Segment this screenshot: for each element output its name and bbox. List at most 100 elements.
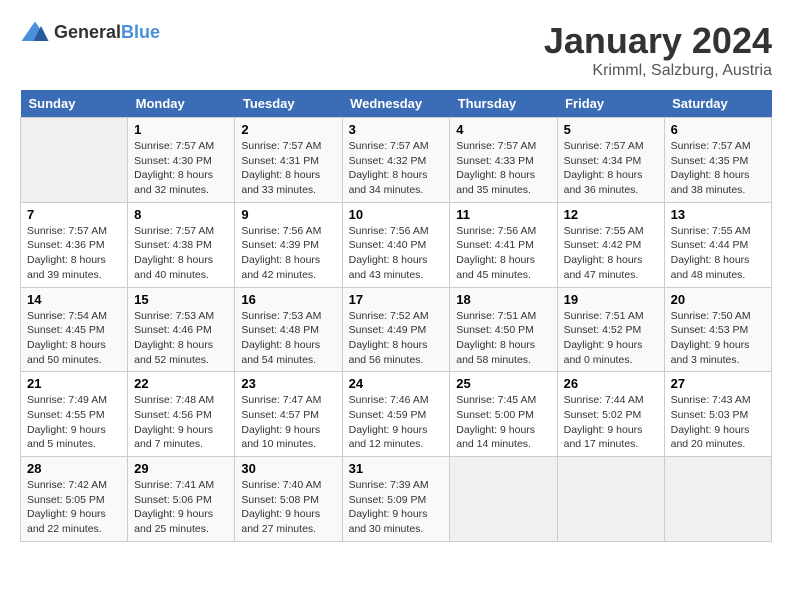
day-header-thursday: Thursday: [450, 90, 557, 118]
day-info: Sunrise: 7:42 AMSunset: 5:05 PMDaylight:…: [27, 478, 121, 537]
day-info: Sunrise: 7:56 AMSunset: 4:41 PMDaylight:…: [456, 224, 550, 283]
day-cell: 24Sunrise: 7:46 AMSunset: 4:59 PMDayligh…: [342, 372, 450, 457]
day-cell: 2 Sunrise: 7:57 AMSunset: 4:31 PMDaylight…: [235, 118, 342, 203]
day-number: 27: [671, 376, 765, 391]
day-cell: 15 Sunrise: 7:53 AMSunset: 4:46 PMDayligh…: [128, 287, 235, 372]
day-header-wednesday: Wednesday: [342, 90, 450, 118]
day-info: Sunrise: 7:43 AMSunset: 5:03 PMDaylight:…: [671, 393, 765, 452]
day-cell: 17 Sunrise: 7:52 AMSunset: 4:49 PMDayligh…: [342, 287, 450, 372]
day-number: 17: [349, 292, 444, 307]
day-number: 2: [241, 122, 335, 137]
week-row-4: 28 Sunrise: 7:42 AMSunset: 5:05 PMDayligh…: [21, 457, 772, 542]
day-cell: 20 Sunrise: 7:50 AMSunset: 4:53 PMDayligh…: [664, 287, 771, 372]
day-info: Sunrise: 7:39 AMSunset: 5:09 PMDaylight:…: [349, 478, 444, 537]
day-cell: [450, 457, 557, 542]
day-cell: 29Sunrise: 7:41 AMSunset: 5:06 PMDayligh…: [128, 457, 235, 542]
day-number: 23: [241, 376, 335, 391]
day-info: Sunrise: 7:56 AMSunset: 4:40 PMDaylight:…: [349, 224, 444, 283]
calendar-body: 1Sunrise: 7:57 AMSunset: 4:30 PMDaylight…: [21, 118, 772, 542]
day-info: Sunrise: 7:57 AMSunset: 4:30 PMDaylight:…: [134, 139, 228, 198]
day-number: 10: [349, 207, 444, 222]
day-number: 3: [349, 122, 444, 137]
day-info: Sunrise: 7:48 AMSunset: 4:56 PMDaylight:…: [134, 393, 228, 452]
day-header-friday: Friday: [557, 90, 664, 118]
day-cell: 18 Sunrise: 7:51 AMSunset: 4:50 PMDayligh…: [450, 287, 557, 372]
logo-icon: [20, 20, 50, 44]
week-row-2: 14Sunrise: 7:54 AMSunset: 4:45 PMDayligh…: [21, 287, 772, 372]
day-info: Sunrise: 7:40 AMSunset: 5:08 PMDaylight:…: [241, 478, 335, 537]
day-cell: 16Sunrise: 7:53 AMSunset: 4:48 PMDayligh…: [235, 287, 342, 372]
day-header-saturday: Saturday: [664, 90, 771, 118]
day-info: Sunrise: 7:57 AMSunset: 4:36 PMDaylight:…: [27, 224, 121, 283]
day-number: 18: [456, 292, 550, 307]
day-number: 24: [349, 376, 444, 391]
day-number: 26: [564, 376, 658, 391]
day-info: Sunrise: 7:57 AMSunset: 4:35 PMDaylight:…: [671, 139, 765, 198]
day-info: Sunrise: 7:55 AMSunset: 4:42 PMDaylight:…: [564, 224, 658, 283]
day-header-sunday: Sunday: [21, 90, 128, 118]
day-cell: 26 Sunrise: 7:44 AMSunset: 5:02 PMDayligh…: [557, 372, 664, 457]
day-cell: 23 Sunrise: 7:47 AMSunset: 4:57 PMDayligh…: [235, 372, 342, 457]
day-number: 31: [349, 461, 444, 476]
day-number: 20: [671, 292, 765, 307]
day-info: Sunrise: 7:53 AMSunset: 4:46 PMDaylight:…: [134, 309, 228, 368]
day-info: Sunrise: 7:57 AMSunset: 4:34 PMDaylight:…: [564, 139, 658, 198]
calendar-header: SundayMondayTuesdayWednesdayThursdayFrid…: [21, 90, 772, 118]
day-info: Sunrise: 7:53 AMSunset: 4:48 PMDaylight:…: [241, 309, 335, 368]
day-header-tuesday: Tuesday: [235, 90, 342, 118]
day-info: Sunrise: 7:49 AMSunset: 4:55 PMDaylight:…: [27, 393, 121, 452]
day-info: Sunrise: 7:57 AMSunset: 4:33 PMDaylight:…: [456, 139, 550, 198]
day-cell: 25Sunrise: 7:45 AMSunset: 5:00 PMDayligh…: [450, 372, 557, 457]
day-number: 5: [564, 122, 658, 137]
day-info: Sunrise: 7:50 AMSunset: 4:53 PMDaylight:…: [671, 309, 765, 368]
day-cell: 8Sunrise: 7:57 AMSunset: 4:38 PMDaylight…: [128, 202, 235, 287]
subtitle: Krimml, Salzburg, Austria: [544, 62, 772, 80]
day-info: Sunrise: 7:51 AMSunset: 4:52 PMDaylight:…: [564, 309, 658, 368]
day-cell: 13 Sunrise: 7:55 AMSunset: 4:44 PMDayligh…: [664, 202, 771, 287]
day-number: 6: [671, 122, 765, 137]
day-number: 12: [564, 207, 658, 222]
day-cell: 28 Sunrise: 7:42 AMSunset: 5:05 PMDayligh…: [21, 457, 128, 542]
calendar-table: SundayMondayTuesdayWednesdayThursdayFrid…: [20, 90, 772, 542]
day-number: 28: [27, 461, 121, 476]
logo-blue: Blue: [121, 22, 160, 42]
day-number: 30: [241, 461, 335, 476]
week-row-0: 1Sunrise: 7:57 AMSunset: 4:30 PMDaylight…: [21, 118, 772, 203]
day-cell: [664, 457, 771, 542]
day-cell: 14Sunrise: 7:54 AMSunset: 4:45 PMDayligh…: [21, 287, 128, 372]
day-number: 29: [134, 461, 228, 476]
day-cell: 7Sunrise: 7:57 AMSunset: 4:36 PMDaylight…: [21, 202, 128, 287]
day-cell: [557, 457, 664, 542]
day-info: Sunrise: 7:44 AMSunset: 5:02 PMDaylight:…: [564, 393, 658, 452]
day-cell: 22 Sunrise: 7:48 AMSunset: 4:56 PMDayligh…: [128, 372, 235, 457]
day-info: Sunrise: 7:47 AMSunset: 4:57 PMDaylight:…: [241, 393, 335, 452]
day-cell: 19Sunrise: 7:51 AMSunset: 4:52 PMDayligh…: [557, 287, 664, 372]
day-cell: 5 Sunrise: 7:57 AMSunset: 4:34 PMDaylight…: [557, 118, 664, 203]
day-number: 22: [134, 376, 228, 391]
week-row-1: 7Sunrise: 7:57 AMSunset: 4:36 PMDaylight…: [21, 202, 772, 287]
day-cell: 4Sunrise: 7:57 AMSunset: 4:33 PMDaylight…: [450, 118, 557, 203]
day-number: 15: [134, 292, 228, 307]
day-number: 11: [456, 207, 550, 222]
day-cell: 21 Sunrise: 7:49 AMSunset: 4:55 PMDayligh…: [21, 372, 128, 457]
day-cell: 1Sunrise: 7:57 AMSunset: 4:30 PMDaylight…: [128, 118, 235, 203]
day-info: Sunrise: 7:45 AMSunset: 5:00 PMDaylight:…: [456, 393, 550, 452]
day-info: Sunrise: 7:57 AMSunset: 4:32 PMDaylight:…: [349, 139, 444, 198]
day-header-monday: Monday: [128, 90, 235, 118]
day-number: 9: [241, 207, 335, 222]
day-info: Sunrise: 7:52 AMSunset: 4:49 PMDaylight:…: [349, 309, 444, 368]
day-cell: 11 Sunrise: 7:56 AMSunset: 4:41 PMDayligh…: [450, 202, 557, 287]
day-cell: 3 Sunrise: 7:57 AMSunset: 4:32 PMDaylight…: [342, 118, 450, 203]
header: GeneralBlue January 2024 Krimml, Salzbur…: [20, 20, 772, 80]
week-row-3: 21 Sunrise: 7:49 AMSunset: 4:55 PMDayligh…: [21, 372, 772, 457]
day-cell: 30 Sunrise: 7:40 AMSunset: 5:08 PMDayligh…: [235, 457, 342, 542]
day-info: Sunrise: 7:57 AMSunset: 4:31 PMDaylight:…: [241, 139, 335, 198]
day-info: Sunrise: 7:55 AMSunset: 4:44 PMDaylight:…: [671, 224, 765, 283]
day-info: Sunrise: 7:51 AMSunset: 4:50 PMDaylight:…: [456, 309, 550, 368]
day-cell: [21, 118, 128, 203]
day-number: 21: [27, 376, 121, 391]
day-number: 13: [671, 207, 765, 222]
title-area: January 2024 Krimml, Salzburg, Austria: [544, 20, 772, 80]
day-cell: 27 Sunrise: 7:43 AMSunset: 5:03 PMDayligh…: [664, 372, 771, 457]
day-header-row: SundayMondayTuesdayWednesdayThursdayFrid…: [21, 90, 772, 118]
